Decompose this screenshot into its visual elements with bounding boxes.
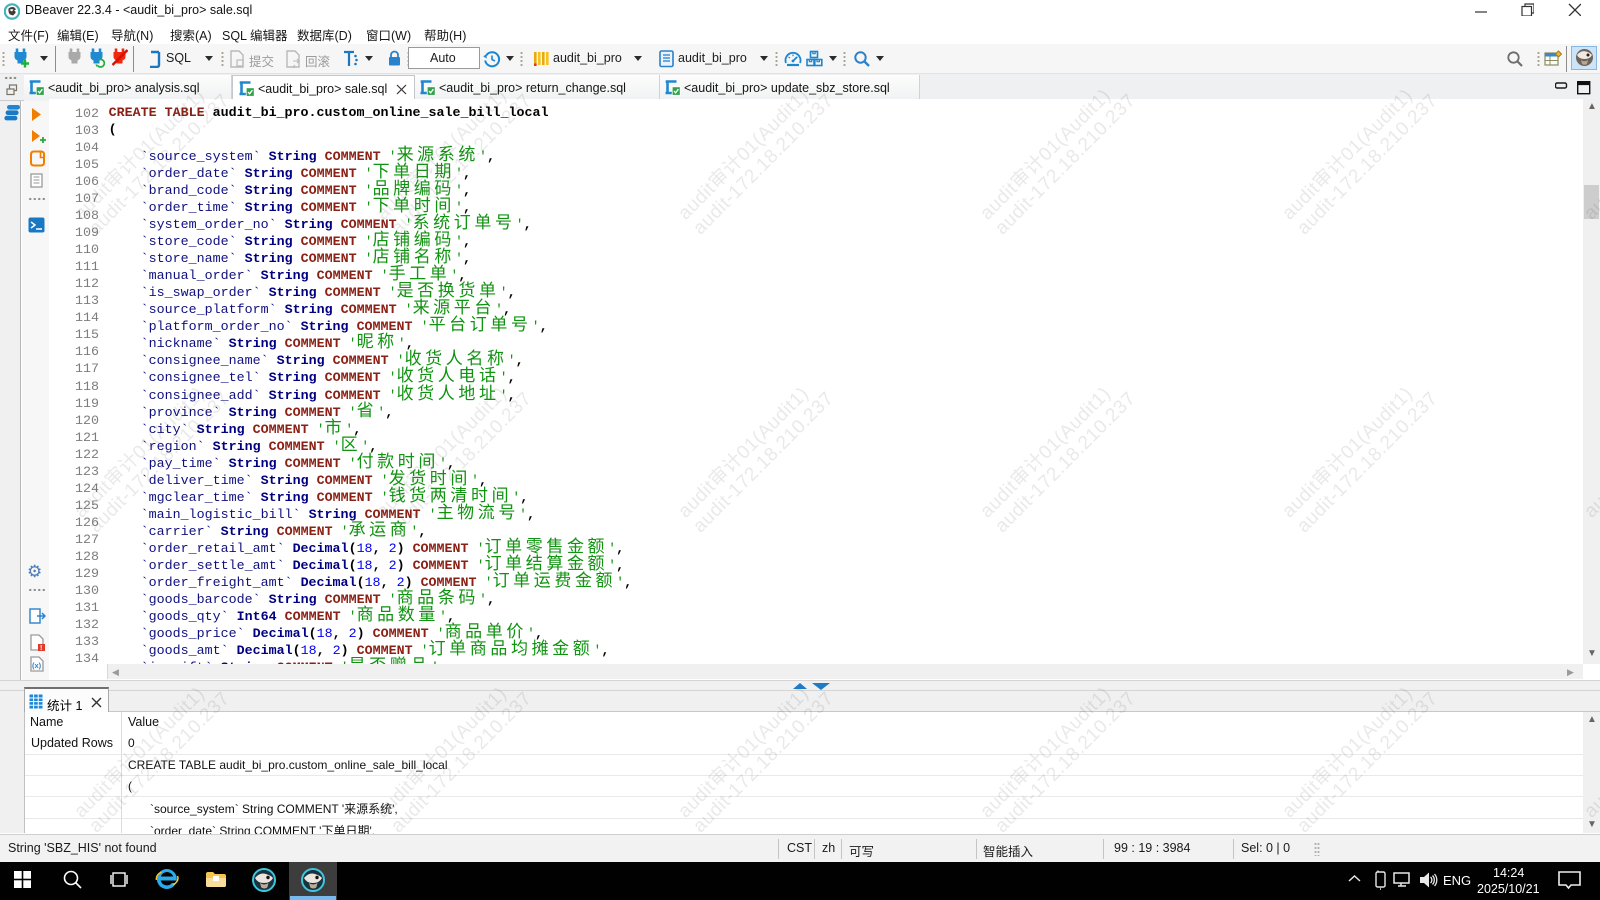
svg-text:(x): (x) [32,661,42,670]
svg-text:!: ! [40,645,42,651]
